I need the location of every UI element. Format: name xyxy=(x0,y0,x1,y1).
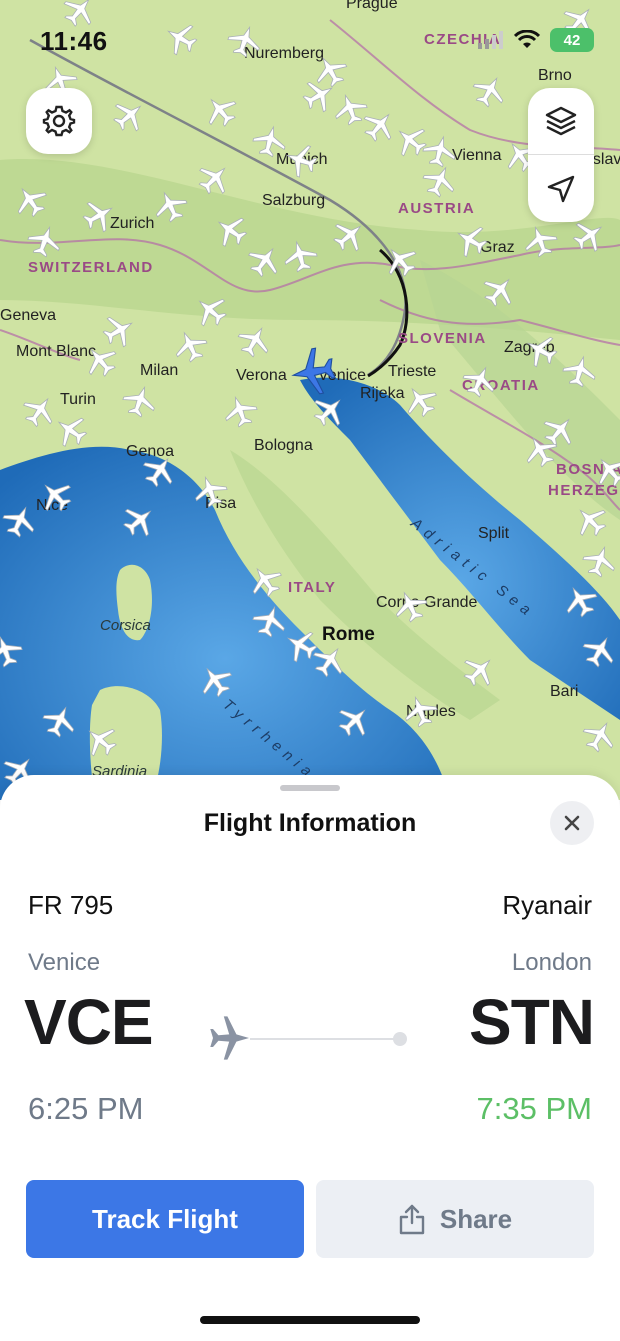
layers-icon xyxy=(545,106,577,136)
city-label: Genoa xyxy=(126,443,174,460)
city-label: Bologna xyxy=(254,437,313,454)
location-arrow-icon xyxy=(547,175,575,203)
layers-button[interactable] xyxy=(528,88,594,154)
share-icon xyxy=(399,1204,425,1235)
city-label: Salzburg xyxy=(262,192,325,209)
city-label: Rijeka xyxy=(360,385,405,402)
country-label: ITALY xyxy=(288,579,336,596)
city-label: Zurich xyxy=(110,215,154,232)
signal-icon xyxy=(478,31,503,49)
city-label: Rome xyxy=(322,624,375,645)
country-label: AUSTRIA xyxy=(398,200,475,217)
close-button[interactable] xyxy=(550,801,594,845)
flight-number: FR 795 xyxy=(28,890,114,920)
airline-name: Ryanair xyxy=(502,890,592,920)
flight-info-sheet: Flight Information FR 795 Ryanair Venice… xyxy=(0,775,620,1341)
share-button[interactable]: Share xyxy=(316,1180,594,1258)
route-destination-dot xyxy=(393,1032,407,1046)
city-label: Turin xyxy=(60,391,96,408)
settings-button[interactable] xyxy=(26,88,92,154)
city-label: Split xyxy=(478,525,510,542)
sheet-grabber[interactable] xyxy=(280,785,340,791)
close-icon xyxy=(564,815,580,831)
origin-city: Venice xyxy=(28,949,101,976)
gear-icon xyxy=(42,105,76,137)
city-label: Milan xyxy=(140,362,178,379)
city-label: Bari xyxy=(550,683,578,700)
sheet-title: Flight Information xyxy=(203,809,417,837)
island-label: Corsica xyxy=(100,617,151,634)
map-canvas: CZECHIA AUSTRIA SWITZERLAND SLOVENIA CRO… xyxy=(0,0,620,800)
country-label: HERZEG xyxy=(548,482,620,499)
share-label: Share xyxy=(439,1203,513,1234)
origin-airport-code: VCE xyxy=(24,986,154,1058)
city-label: Trieste xyxy=(388,363,436,380)
city-label: Vienna xyxy=(452,147,502,164)
map-controls xyxy=(528,88,594,222)
destination-city: London xyxy=(511,949,592,976)
airplane-icon xyxy=(210,1016,249,1060)
arrival-time: 7:35 PM xyxy=(476,1091,592,1126)
wifi-icon xyxy=(514,30,540,48)
route-progress-line xyxy=(250,1038,400,1040)
city-label: Mont Blanc xyxy=(16,343,96,360)
track-flight-button[interactable]: Track Flight xyxy=(26,1180,304,1258)
battery-indicator: 42 xyxy=(550,28,594,52)
destination-airport-code: STN xyxy=(469,986,595,1058)
status-icons: 42 xyxy=(478,28,594,52)
flight-map[interactable]: CZECHIA AUSTRIA SWITZERLAND SLOVENIA CRO… xyxy=(0,0,620,800)
home-indicator xyxy=(200,1316,420,1324)
status-bar: 11:46 42 xyxy=(0,0,620,80)
my-location-button[interactable] xyxy=(528,156,594,222)
departure-time: 6:25 PM xyxy=(28,1091,144,1126)
status-time: 11:46 xyxy=(40,26,108,56)
country-label: SLOVENIA xyxy=(398,330,487,347)
country-label: SWITZERLAND xyxy=(28,259,154,276)
city-label: Verona xyxy=(236,367,287,384)
city-label: Geneva xyxy=(0,307,56,324)
